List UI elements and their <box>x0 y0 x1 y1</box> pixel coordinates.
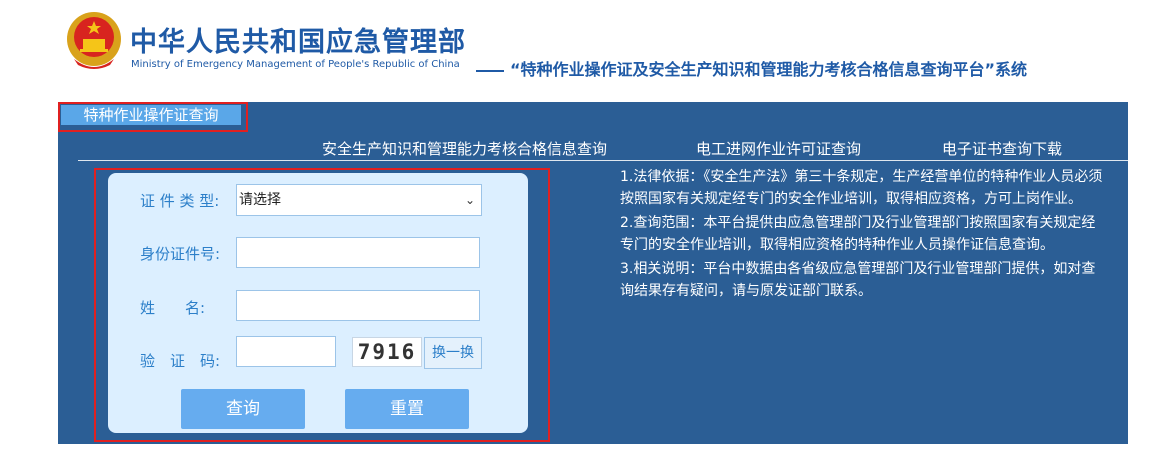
tab-safety-knowledge-assessment[interactable]: 安全生产知识和管理能力考核合格信息查询 <box>322 138 607 159</box>
tab-special-operation-cert-highlight: 特种作业操作证查询 <box>58 102 248 132</box>
main-panel: 特种作业操作证查询 安全生产知识和管理能力考核合格信息查询 电工进网作业许可证查… <box>58 102 1128 444</box>
tab-electrician-license[interactable]: 电工进网作业许可证查询 <box>696 138 861 159</box>
platform-title: “特种作业操作证及安全生产知识和管理能力考核合格信息查询平台”系统 <box>476 56 1027 80</box>
form-highlight-outline <box>94 168 550 442</box>
org-name-cn: 中华人民共和国应急管理部 <box>130 27 466 58</box>
platform-title-text: “特种作业操作证及安全生产知识和管理能力考核合格信息查询平台”系统 <box>510 60 1028 79</box>
tab-special-operation-cert[interactable]: 特种作业操作证查询 <box>61 105 241 125</box>
tab-e-certificate-download[interactable]: 电子证书查询下载 <box>942 138 1062 159</box>
tab-divider <box>78 160 1128 161</box>
org-name-en: Ministry of Emergency Management of Peop… <box>131 59 460 70</box>
info-section: 1.法律依据：《安全生产法》第三十条规定，生产经营单位的特种作业人员必须按照国家… <box>620 166 1108 304</box>
info-legal-basis: 1.法律依据：《安全生产法》第三十条规定，生产经营单位的特种作业人员必须按照国家… <box>620 169 1103 207</box>
info-notes: 3.相关说明：平台中数据由各省级应急管理部门及行业管理部门提供，如对查询结果存有… <box>620 261 1096 299</box>
header: 中华人民共和国应急管理部 Ministry of Emergency Manag… <box>0 0 1149 100</box>
title-dash <box>476 69 504 72</box>
info-query-scope: 2.查询范围：本平台提供由应急管理部门及行业管理部门按照国家有关规定经专门的安全… <box>620 215 1096 253</box>
national-emblem-icon <box>67 12 121 69</box>
